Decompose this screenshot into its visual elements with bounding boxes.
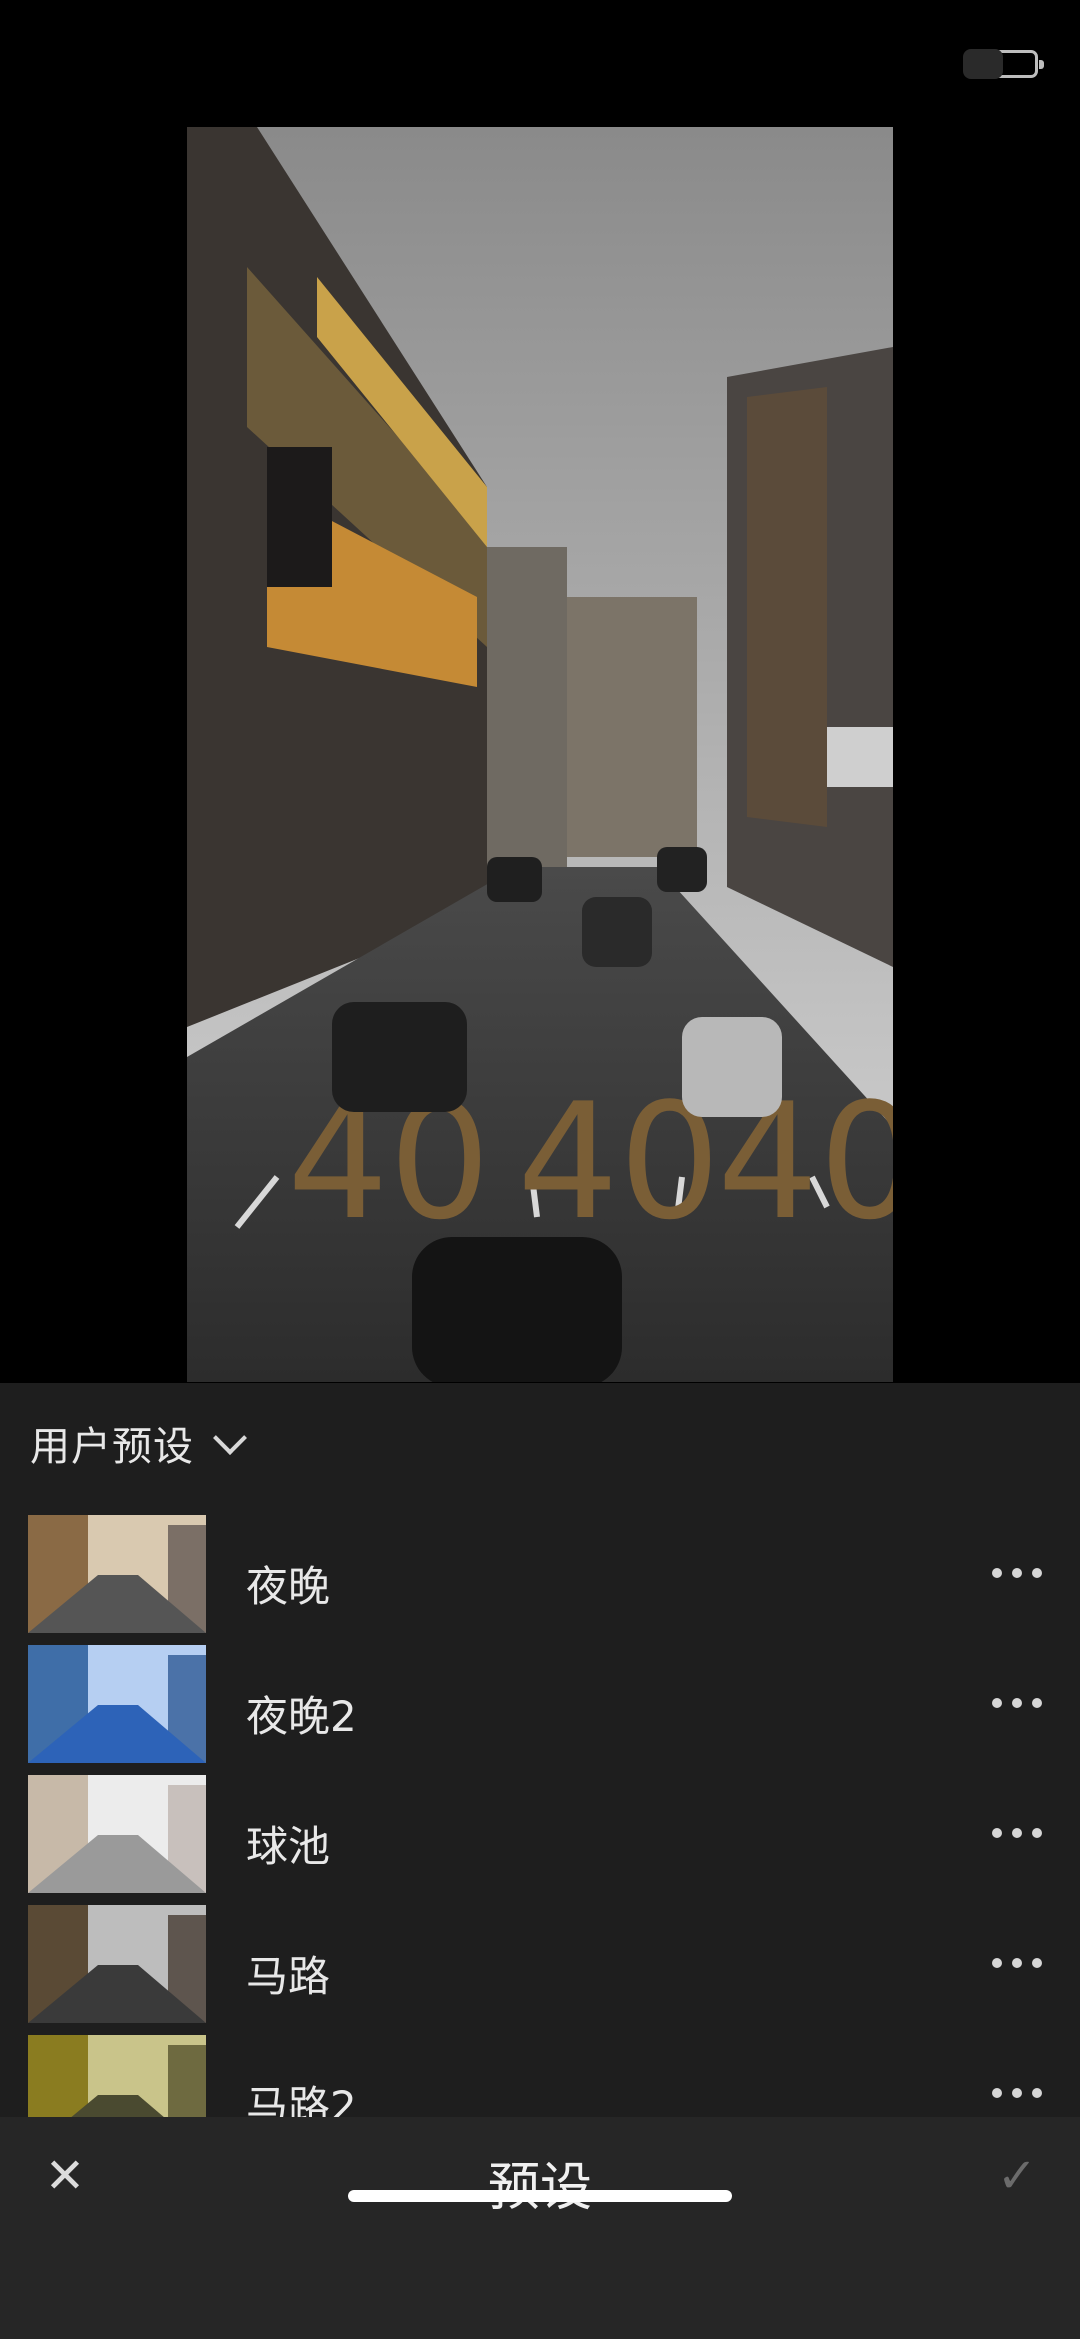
battery-icon [963,49,1044,79]
more-horizontal-icon[interactable] [992,2081,1042,2105]
photo-preview[interactable]: 40 40 40 ? [187,127,893,1382]
more-horizontal-icon[interactable] [992,1561,1042,1585]
preset-group-dropdown[interactable]: 用户预设 [30,1413,247,1473]
more-horizontal-icon[interactable] [992,1951,1042,1975]
status-bar [0,0,1080,120]
preset-item[interactable]: 夜晚 [0,1515,1080,1645]
preset-panel: 用户预设 夜晚 夜晚2 球池 马路 马路2 [0,1383,1080,2117]
preset-thumbnail [28,1775,206,1893]
preset-label: 夜晚 [246,1562,331,1611]
bottom-toolbar: ✕ 预设 ✓ [0,2117,1080,2339]
preset-label: 球池 [246,1822,331,1871]
toolbar-title: 预设 [487,2158,592,2218]
more-horizontal-icon[interactable] [992,1821,1042,1845]
preset-item[interactable]: 马路2 [0,2035,1080,2117]
preset-label: 马路2 [246,2082,357,2117]
preset-item[interactable]: 马路 [0,1905,1080,2035]
preset-thumbnail [28,1515,206,1633]
preset-item[interactable]: 球池 [0,1775,1080,1905]
more-horizontal-icon[interactable] [992,1691,1042,1715]
preset-label: 夜晚2 [246,1692,357,1741]
preset-list: 夜晚 夜晚2 球池 马路 马路2 [0,1515,1080,2117]
home-indicator[interactable] [348,2190,732,2202]
preset-thumbnail [28,2035,206,2117]
preset-thumbnail [28,1905,206,2023]
preset-thumbnail [28,1645,206,1763]
preset-label: 马路 [246,1952,331,2001]
street-photo: 40 40 40 [187,127,893,1382]
chevron-down-icon [213,1421,247,1455]
checkmark-icon[interactable]: ✓ [992,2151,1042,2201]
preset-group-title: 用户预设 [30,1424,194,1470]
preset-item[interactable]: 夜晚2 [0,1645,1080,1775]
